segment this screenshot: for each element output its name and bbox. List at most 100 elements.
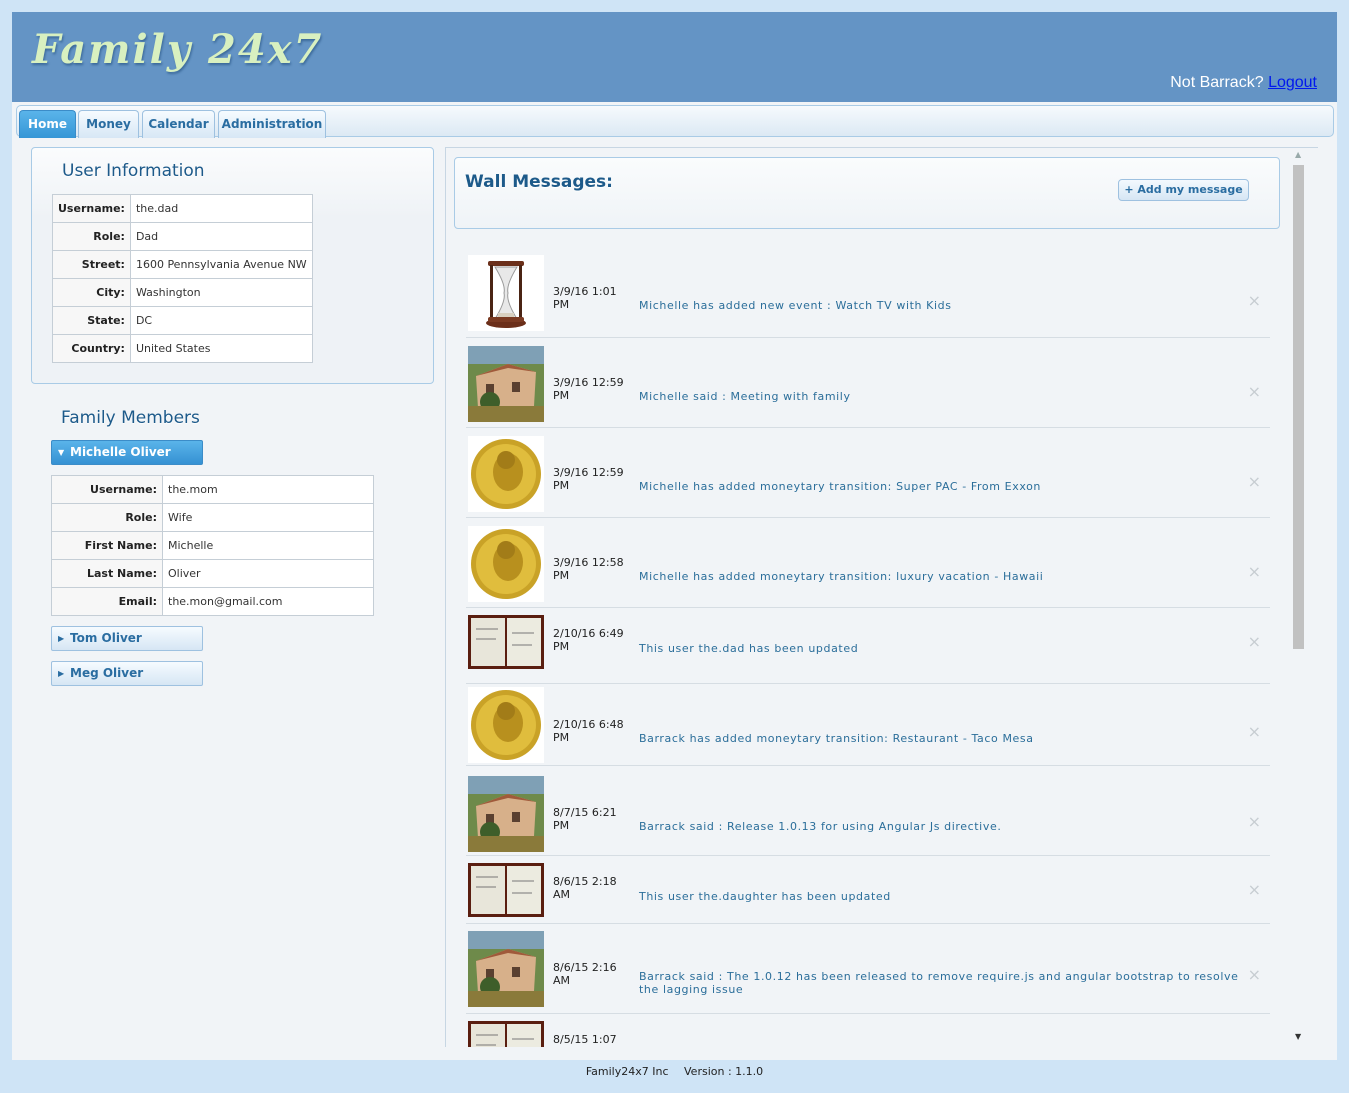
message-date: 2/10/16 6:49 — [553, 627, 624, 640]
table-row: Role: Wife — [51, 503, 374, 532]
tab-money[interactable]: Money — [78, 110, 139, 138]
close-icon[interactable]: × — [1248, 562, 1261, 581]
field-value: the.mom — [162, 475, 374, 504]
field-value: DC — [129, 306, 313, 335]
close-icon[interactable]: × — [1248, 632, 1261, 651]
wall-scrollbar[interactable]: ▲ ▼ — [1291, 148, 1308, 1045]
family-members-title: Family Members — [61, 408, 200, 428]
close-icon[interactable]: × — [1248, 880, 1261, 899]
table-row: Street: 1600 Pennsylvania Avenue NW — [52, 250, 313, 279]
user-information-title: User Information — [62, 161, 205, 181]
gold-coin-image — [468, 526, 544, 602]
member-name: Meg Oliver — [70, 666, 144, 680]
close-icon[interactable]: × — [1248, 722, 1261, 741]
close-icon[interactable]: × — [1248, 812, 1261, 831]
message-ampm: PM — [553, 479, 570, 492]
member-name: Michelle Oliver — [70, 445, 171, 459]
field-label: Role: — [51, 503, 163, 532]
message-date: 8/6/15 2:16 — [553, 961, 617, 974]
message-ampm: AM — [553, 888, 571, 901]
field-label: Country: — [52, 334, 131, 363]
scroll-down-arrow-icon[interactable]: ▼ — [1295, 1032, 1301, 1041]
tab-home[interactable]: Home — [19, 110, 76, 138]
painting-image — [468, 346, 544, 422]
message-text: Michelle said : Meeting with family — [639, 390, 851, 403]
tab-administration[interactable]: Administration — [218, 110, 326, 138]
field-value: Michelle — [162, 531, 374, 560]
footer-company: Family24x7 Inc — [585, 1065, 669, 1078]
add-my-message-button[interactable]: + Add my message — [1118, 179, 1249, 201]
table-row: Username: the.dad — [52, 194, 313, 223]
table-row: Last Name: Oliver — [51, 559, 374, 588]
message-ampm: PM — [553, 389, 570, 402]
user-information-panel: User Information Username: the.dad Role: D… — [31, 147, 434, 384]
field-value: Washington — [129, 278, 313, 307]
message-text: This user the.dad has been updated — [639, 642, 859, 655]
message-date: 8/7/15 6:21 — [553, 806, 617, 819]
table-row: Username: the.mom — [51, 475, 374, 504]
field-label: Email: — [51, 587, 163, 616]
message-text: Michelle has added new event : Watch TV … — [639, 299, 952, 312]
user-bar: Not Barrack? Logout — [1170, 74, 1317, 92]
field-label: Street: — [52, 250, 131, 279]
field-label: City: — [52, 278, 131, 307]
painting-image — [468, 931, 544, 1007]
wall-message: 8/6/15 2:18 AM This user the.daughter has… — [466, 856, 1270, 924]
wall-header: Wall Messages: + Add my message — [454, 157, 1280, 229]
member-meg-oliver[interactable]: ▶ Meg Oliver — [51, 661, 203, 686]
message-text: Michelle has added moneytary transition:… — [639, 480, 1041, 493]
wall-message: 8/6/15 2:16 AM Barrack said : The 1.0.12 … — [466, 924, 1270, 1014]
close-icon[interactable]: × — [1248, 382, 1261, 401]
field-value: the.mon@gmail.com — [162, 587, 374, 616]
wall-message: 3/9/16 12:58 PM Michelle has added moneyt… — [466, 518, 1270, 608]
message-date: 8/6/15 2:18 — [553, 875, 617, 888]
close-icon[interactable]: × — [1248, 291, 1261, 310]
field-value: Dad — [129, 222, 313, 251]
message-text: This user the.daughter has been updated — [639, 890, 891, 903]
member-name: Tom Oliver — [70, 631, 142, 645]
tab-bar: Home Money Calendar Administration — [16, 105, 1334, 138]
field-label: First Name: — [51, 531, 163, 560]
scrollbar-thumb[interactable] — [1293, 165, 1304, 649]
close-icon[interactable]: × — [1248, 965, 1261, 984]
wall-message: 2/10/16 6:49 PM This user the.dad has bee… — [466, 608, 1270, 684]
message-date: 3/9/16 1:01 — [553, 285, 617, 298]
member-details-table: Username: the.mom Role: Wife First Name: Mi… — [51, 475, 374, 616]
member-tom-oliver[interactable]: ▶ Tom Oliver — [51, 626, 203, 651]
scroll-up-arrow-icon[interactable]: ▲ — [1295, 150, 1301, 159]
field-value: 1600 Pennsylvania Avenue NW — [129, 250, 313, 279]
field-label: Last Name: — [51, 559, 163, 588]
hourglass-image — [468, 255, 544, 331]
wall-message: 3/9/16 1:01 PM Michelle has added new eve… — [466, 247, 1270, 338]
field-label: Username: — [52, 194, 131, 223]
field-value: Wife — [162, 503, 374, 532]
message-date: 3/9/16 12:58 — [553, 556, 624, 569]
message-ampm: PM — [553, 640, 570, 653]
field-label: Username: — [51, 475, 163, 504]
footer-version: Version : 1.1.0 — [684, 1065, 764, 1078]
member-michelle-oliver[interactable]: ▼ Michelle Oliver — [51, 440, 203, 465]
field-label: State: — [52, 306, 131, 335]
table-row: Email: the.mon@gmail.com — [51, 587, 374, 616]
tab-calendar[interactable]: Calendar — [142, 110, 215, 138]
message-date: 3/9/16 12:59 — [553, 376, 624, 389]
message-date: 2/10/16 6:48 — [553, 718, 624, 731]
message-text: Barrack has added moneytary transition: … — [639, 732, 1034, 745]
notebook-image — [468, 863, 544, 917]
field-value: Oliver — [162, 559, 374, 588]
app-logo: Family 24x7 — [32, 26, 324, 73]
wall-message: 2/10/16 6:48 PM Barrack has added moneyta… — [466, 684, 1270, 766]
close-icon[interactable]: × — [1248, 472, 1261, 491]
message-ampm: PM — [553, 298, 570, 311]
caret-right-icon: ▶ — [58, 669, 65, 678]
logout-link[interactable]: Logout — [1268, 74, 1317, 91]
wall-panel: Wall Messages: + Add my message 3/9/16 1… — [445, 147, 1318, 1047]
message-ampm: PM — [553, 819, 570, 832]
wall-message: 8/5/15 1:07 — [466, 1014, 1270, 1047]
message-text: Barrack said : Release 1.0.13 for using … — [639, 820, 1002, 833]
user-information-table: Username: the.dad Role: Dad Street: 1600 Pe… — [52, 194, 313, 363]
table-row: City: Washington — [52, 278, 313, 307]
message-ampm: PM — [553, 569, 570, 582]
message-ampm: PM — [553, 731, 570, 744]
caret-right-icon: ▶ — [58, 634, 65, 643]
